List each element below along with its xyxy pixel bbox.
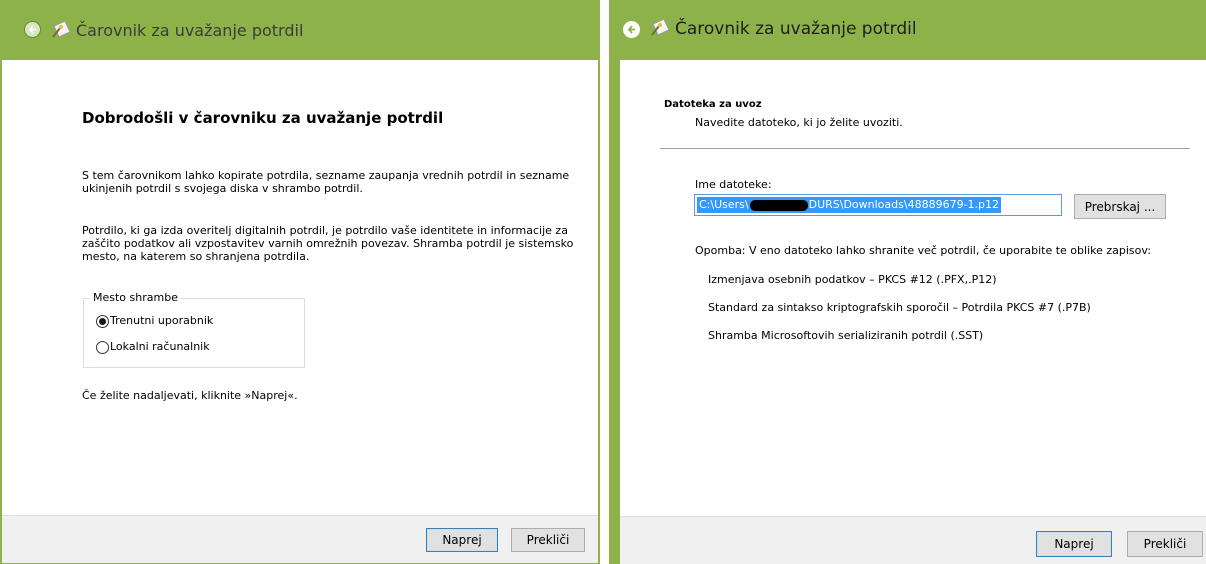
file-path-start: C:\Users\: [699, 198, 749, 211]
section-title: Datoteka za uvoz: [664, 99, 762, 110]
store-location-group: [83, 298, 305, 368]
info-text-line-2: zaščito podatkov ali vzpostavitev varnih…: [82, 237, 574, 250]
file-path-end: DURS\Downloads\48889679-1.p12: [808, 198, 1000, 211]
radio-current-user-label[interactable]: Trenutni uporabnik: [110, 314, 213, 328]
next-button[interactable]: Naprej: [426, 528, 498, 552]
format-pkcs12: Izmenjava osebnih podatkov – PKCS #12 (.…: [708, 273, 997, 286]
header-separator: [660, 148, 1190, 149]
window-title: Čarovnik za uvažanje potrdil: [675, 19, 917, 39]
redacted-username: [749, 199, 808, 211]
wizard-footer: Naprej Prekliči: [2, 515, 598, 563]
cancel-button[interactable]: Prekliči: [1127, 531, 1203, 557]
certificate-wizard-icon: [52, 20, 71, 38]
continue-instruction: Če želite nadaljevati, kliknite »Naprej«…: [82, 389, 298, 402]
radio-local-machine-label[interactable]: Lokalni računalnik: [110, 340, 210, 354]
right-titlebar: Čarovnik za uvažanje potrdil: [609, 0, 1206, 60]
file-name-label: Ime datoteke:: [695, 178, 772, 191]
browse-button[interactable]: Prebrskaj ...: [1074, 194, 1166, 219]
info-text-line-1: Potrdilo, ki ga izda overitelj digitalni…: [82, 224, 568, 237]
wizard-content: Dobrodošli v čarovniku za uvažanje potrd…: [2, 60, 598, 515]
left-wizard-window: Čarovnik za uvažanje potrdil Dobrodošli …: [0, 0, 600, 564]
section-subtitle: Navedite datoteko, ki jo želite uvoziti.: [695, 116, 903, 129]
radio-current-user[interactable]: [96, 315, 109, 328]
wizard-content: Datoteka za uvoz Navedite datoteko, ki j…: [620, 60, 1206, 516]
info-text-line-3: mesto, na katerem so shranjena potrdila.: [82, 250, 310, 263]
store-location-label: Mesto shrambe: [90, 291, 181, 304]
radio-local-machine[interactable]: [96, 341, 109, 354]
left-titlebar: Čarovnik za uvažanje potrdil: [0, 0, 600, 60]
format-sst: Shramba Microsoftovih serializiranih pot…: [708, 329, 984, 342]
file-path-selection: C:\Users\ DURS\Downloads\48889679-1.p12: [697, 197, 1002, 213]
back-arrow-icon[interactable]: [24, 21, 41, 38]
right-wizard-window: Čarovnik za uvažanje potrdil Datoteka za…: [609, 0, 1206, 564]
certificate-wizard-icon: [651, 18, 670, 36]
next-button[interactable]: Naprej: [1036, 531, 1112, 557]
formats-note: Opomba: V eno datoteko lahko shranite ve…: [695, 244, 1152, 257]
intro-text-line-2: ukinjenih potrdil s svojega diska v shra…: [82, 182, 363, 195]
intro-text-line-1: S tem čarovnikom lahko kopirate potrdila…: [82, 169, 570, 182]
file-path-input[interactable]: C:\Users\ DURS\Downloads\48889679-1.p12: [694, 194, 1062, 216]
format-pkcs7: Standard za sintakso kriptografskih spor…: [708, 301, 1091, 314]
cancel-button[interactable]: Prekliči: [511, 528, 585, 552]
page-heading: Dobrodošli v čarovniku za uvažanje potrd…: [82, 109, 444, 127]
wizard-footer: Naprej Prekliči: [620, 516, 1206, 564]
window-title: Čarovnik za uvažanje potrdil: [76, 21, 304, 40]
back-arrow-icon[interactable]: [623, 21, 640, 38]
